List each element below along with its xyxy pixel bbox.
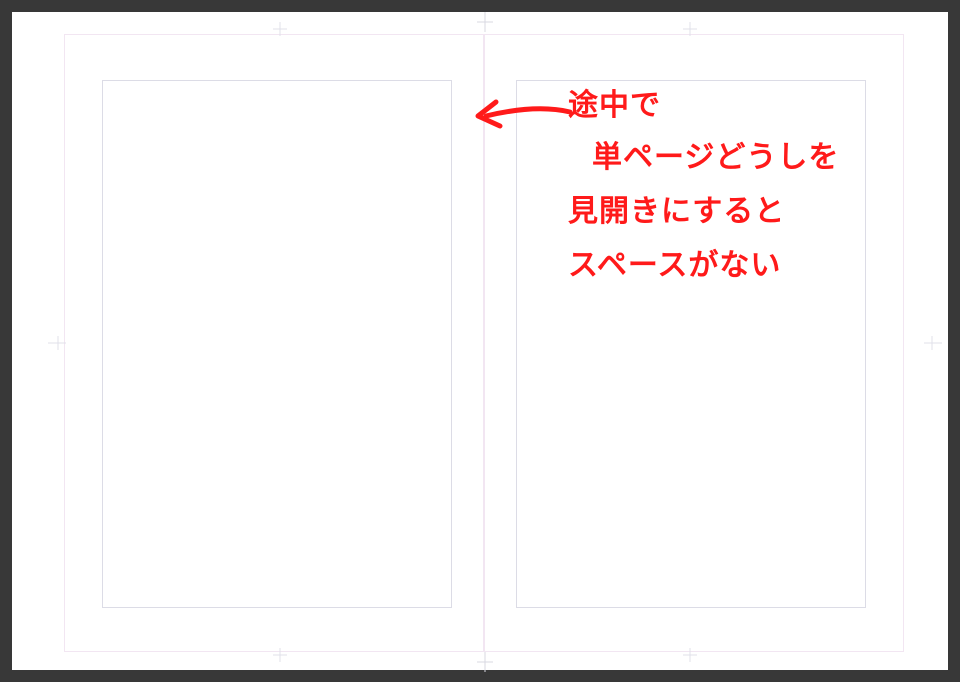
crop-mark-top-center bbox=[475, 12, 495, 36]
margin-guide-left bbox=[102, 80, 452, 608]
margin-guide-right bbox=[516, 80, 866, 608]
canvas-paper[interactable]: 途中で 単ページどうしを 見開きにすると スペースがない bbox=[12, 12, 948, 670]
crop-mark-mid-right bbox=[922, 335, 942, 351]
